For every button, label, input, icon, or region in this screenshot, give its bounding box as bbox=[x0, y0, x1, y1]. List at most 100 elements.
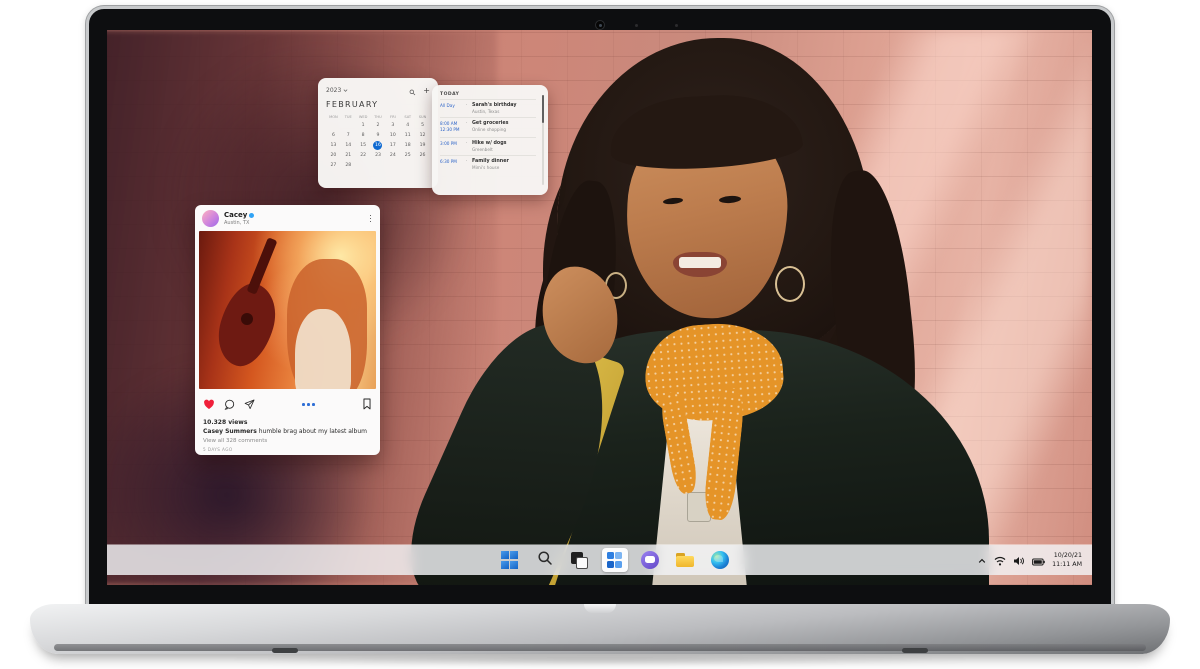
widgets-button[interactable] bbox=[601, 548, 628, 572]
calendar-day[interactable]: 15 bbox=[356, 141, 371, 150]
calendar-day[interactable]: 18 bbox=[400, 141, 415, 150]
calendar-day[interactable]: 11 bbox=[400, 131, 415, 140]
calendar-day[interactable]: 24 bbox=[385, 151, 400, 160]
calendar-day[interactable]: 27 bbox=[326, 161, 341, 170]
calendar-day-header: TUE bbox=[344, 115, 352, 119]
chevron-up-icon[interactable] bbox=[977, 551, 987, 570]
agenda-event[interactable]: All Day · Sarah's birthday Austin, Texas bbox=[440, 99, 536, 117]
view-comments-link[interactable]: View all 328 comments bbox=[195, 436, 380, 444]
add-event-button[interactable]: + bbox=[423, 86, 430, 94]
search-icon bbox=[537, 550, 553, 570]
calendar-day[interactable]: 10 bbox=[385, 131, 400, 140]
calendar-day[interactable] bbox=[371, 161, 386, 170]
task-view-icon bbox=[571, 551, 588, 569]
calendar-day[interactable]: 26 bbox=[415, 151, 430, 160]
calendar-day[interactable]: 23 bbox=[371, 151, 386, 160]
calendar-day[interactable] bbox=[341, 121, 356, 130]
post-username[interactable]: Cacey bbox=[224, 211, 247, 219]
calendar-widget: 2023 + FEBRUARY MON TUE WED THU FRI SAT … bbox=[318, 78, 438, 188]
calendar-day[interactable] bbox=[400, 161, 415, 170]
volume-icon[interactable] bbox=[1013, 551, 1025, 570]
widgets-icon bbox=[606, 552, 623, 568]
edge-button[interactable] bbox=[707, 548, 733, 572]
calendar-day[interactable]: 1 bbox=[356, 121, 371, 130]
comment-icon[interactable] bbox=[224, 395, 235, 414]
like-icon[interactable] bbox=[203, 395, 215, 414]
calendar-day[interactable]: 14 bbox=[341, 141, 356, 150]
ground-shadow bbox=[90, 654, 1110, 666]
calendar-day[interactable]: 13 bbox=[326, 141, 341, 150]
file-explorer-button[interactable] bbox=[672, 548, 698, 572]
bookmark-icon[interactable] bbox=[362, 395, 372, 414]
calendar-day-header: SAT bbox=[404, 115, 412, 119]
calendar-day[interactable]: 9 bbox=[371, 131, 386, 140]
calendar-day[interactable]: 8 bbox=[356, 131, 371, 140]
sensor-dot bbox=[675, 24, 678, 27]
event-subtitle: Greenbelt bbox=[472, 146, 493, 152]
chat-button[interactable] bbox=[637, 548, 663, 572]
agenda-event[interactable]: 8:00 AM 12:30 PM · Get groceries Online s… bbox=[440, 117, 536, 137]
social-post-card: Cacey Austin, TX 10.328 views Casey Summ… bbox=[195, 205, 380, 455]
calendar-year-dropdown[interactable]: 2023 bbox=[326, 87, 341, 94]
clock[interactable]: 10/20/21 11:11 AM bbox=[1052, 551, 1082, 569]
scrollbar-thumb[interactable] bbox=[541, 95, 544, 123]
calendar-day[interactable]: 28 bbox=[341, 161, 356, 170]
avatar[interactable] bbox=[202, 210, 219, 227]
share-icon[interactable] bbox=[244, 395, 255, 414]
start-button[interactable] bbox=[497, 548, 523, 572]
wifi-icon[interactable] bbox=[994, 551, 1006, 570]
calendar-day[interactable]: 3 bbox=[385, 121, 400, 130]
calendar-day[interactable]: 6 bbox=[326, 131, 341, 140]
calendar-day[interactable]: 2 bbox=[371, 121, 386, 130]
system-tray[interactable]: 10/20/21 11:11 AM bbox=[977, 545, 1082, 575]
laptop-lid: 2023 + FEBRUARY MON TUE WED THU FRI SAT … bbox=[86, 6, 1114, 612]
lid-notch bbox=[584, 604, 616, 613]
edge-icon bbox=[710, 551, 729, 569]
calendar-day[interactable]: 4 bbox=[400, 121, 415, 130]
post-image-shirt bbox=[295, 309, 351, 389]
agenda-event[interactable]: 6:30 PM · Family dinner Mimi's house bbox=[440, 154, 536, 173]
calendar-day[interactable] bbox=[326, 121, 341, 130]
agenda-header: TODAY bbox=[440, 92, 460, 97]
webcam bbox=[595, 20, 605, 30]
folder-icon bbox=[675, 553, 694, 567]
calendar-day[interactable] bbox=[385, 161, 400, 170]
microphone-dot bbox=[635, 24, 638, 27]
post-location[interactable]: Austin, TX bbox=[224, 220, 254, 226]
event-title: Hike w/ dogs bbox=[472, 140, 507, 146]
calendar-day[interactable]: 17 bbox=[385, 141, 400, 150]
post-author[interactable]: Casey Summers bbox=[203, 428, 257, 435]
tray-time: 11:11 AM bbox=[1052, 561, 1082, 568]
calendar-month-title: FEBRUARY bbox=[326, 100, 379, 109]
search-icon[interactable] bbox=[409, 81, 416, 100]
calendar-day-header: MON bbox=[329, 115, 338, 119]
calendar-day[interactable] bbox=[415, 161, 430, 170]
tray-date: 10/20/21 bbox=[1053, 551, 1082, 559]
laptop-foot bbox=[272, 648, 298, 653]
calendar-day[interactable]: 19 bbox=[415, 141, 430, 150]
event-subtitle: Online shopping bbox=[472, 127, 507, 132]
task-view-button[interactable] bbox=[567, 548, 593, 572]
calendar-day[interactable]: 25 bbox=[400, 151, 415, 160]
battery-icon[interactable] bbox=[1032, 551, 1045, 570]
desktop-wallpaper: 2023 + FEBRUARY MON TUE WED THU FRI SAT … bbox=[107, 30, 1092, 585]
ukulele bbox=[210, 277, 284, 373]
post-views: 10.328 views bbox=[203, 419, 248, 426]
calendar-day[interactable]: 20 bbox=[326, 151, 341, 160]
calendar-day[interactable]: 21 bbox=[341, 151, 356, 160]
calendar-day[interactable] bbox=[356, 161, 371, 170]
calendar-day[interactable]: 5 bbox=[415, 121, 430, 130]
event-title: Family dinner bbox=[472, 158, 509, 164]
calendar-day-selected[interactable]: 16 bbox=[373, 141, 383, 150]
laptop-foot bbox=[902, 648, 928, 653]
agenda-widget: TODAY All Day · Sarah's birthday Austin,… bbox=[432, 85, 548, 195]
search-button[interactable] bbox=[532, 548, 558, 572]
agenda-event[interactable]: 3:00 PM · Hike w/ dogs Greenbelt bbox=[440, 136, 536, 155]
calendar-day[interactable]: 22 bbox=[356, 151, 371, 160]
scrollbar[interactable] bbox=[541, 95, 544, 185]
more-options-icon[interactable] bbox=[368, 213, 374, 225]
calendar-day-header: WED bbox=[358, 115, 368, 119]
calendar-day[interactable]: 7 bbox=[341, 131, 356, 140]
post-image[interactable] bbox=[199, 231, 376, 389]
calendar-day[interactable]: 12 bbox=[415, 131, 430, 140]
